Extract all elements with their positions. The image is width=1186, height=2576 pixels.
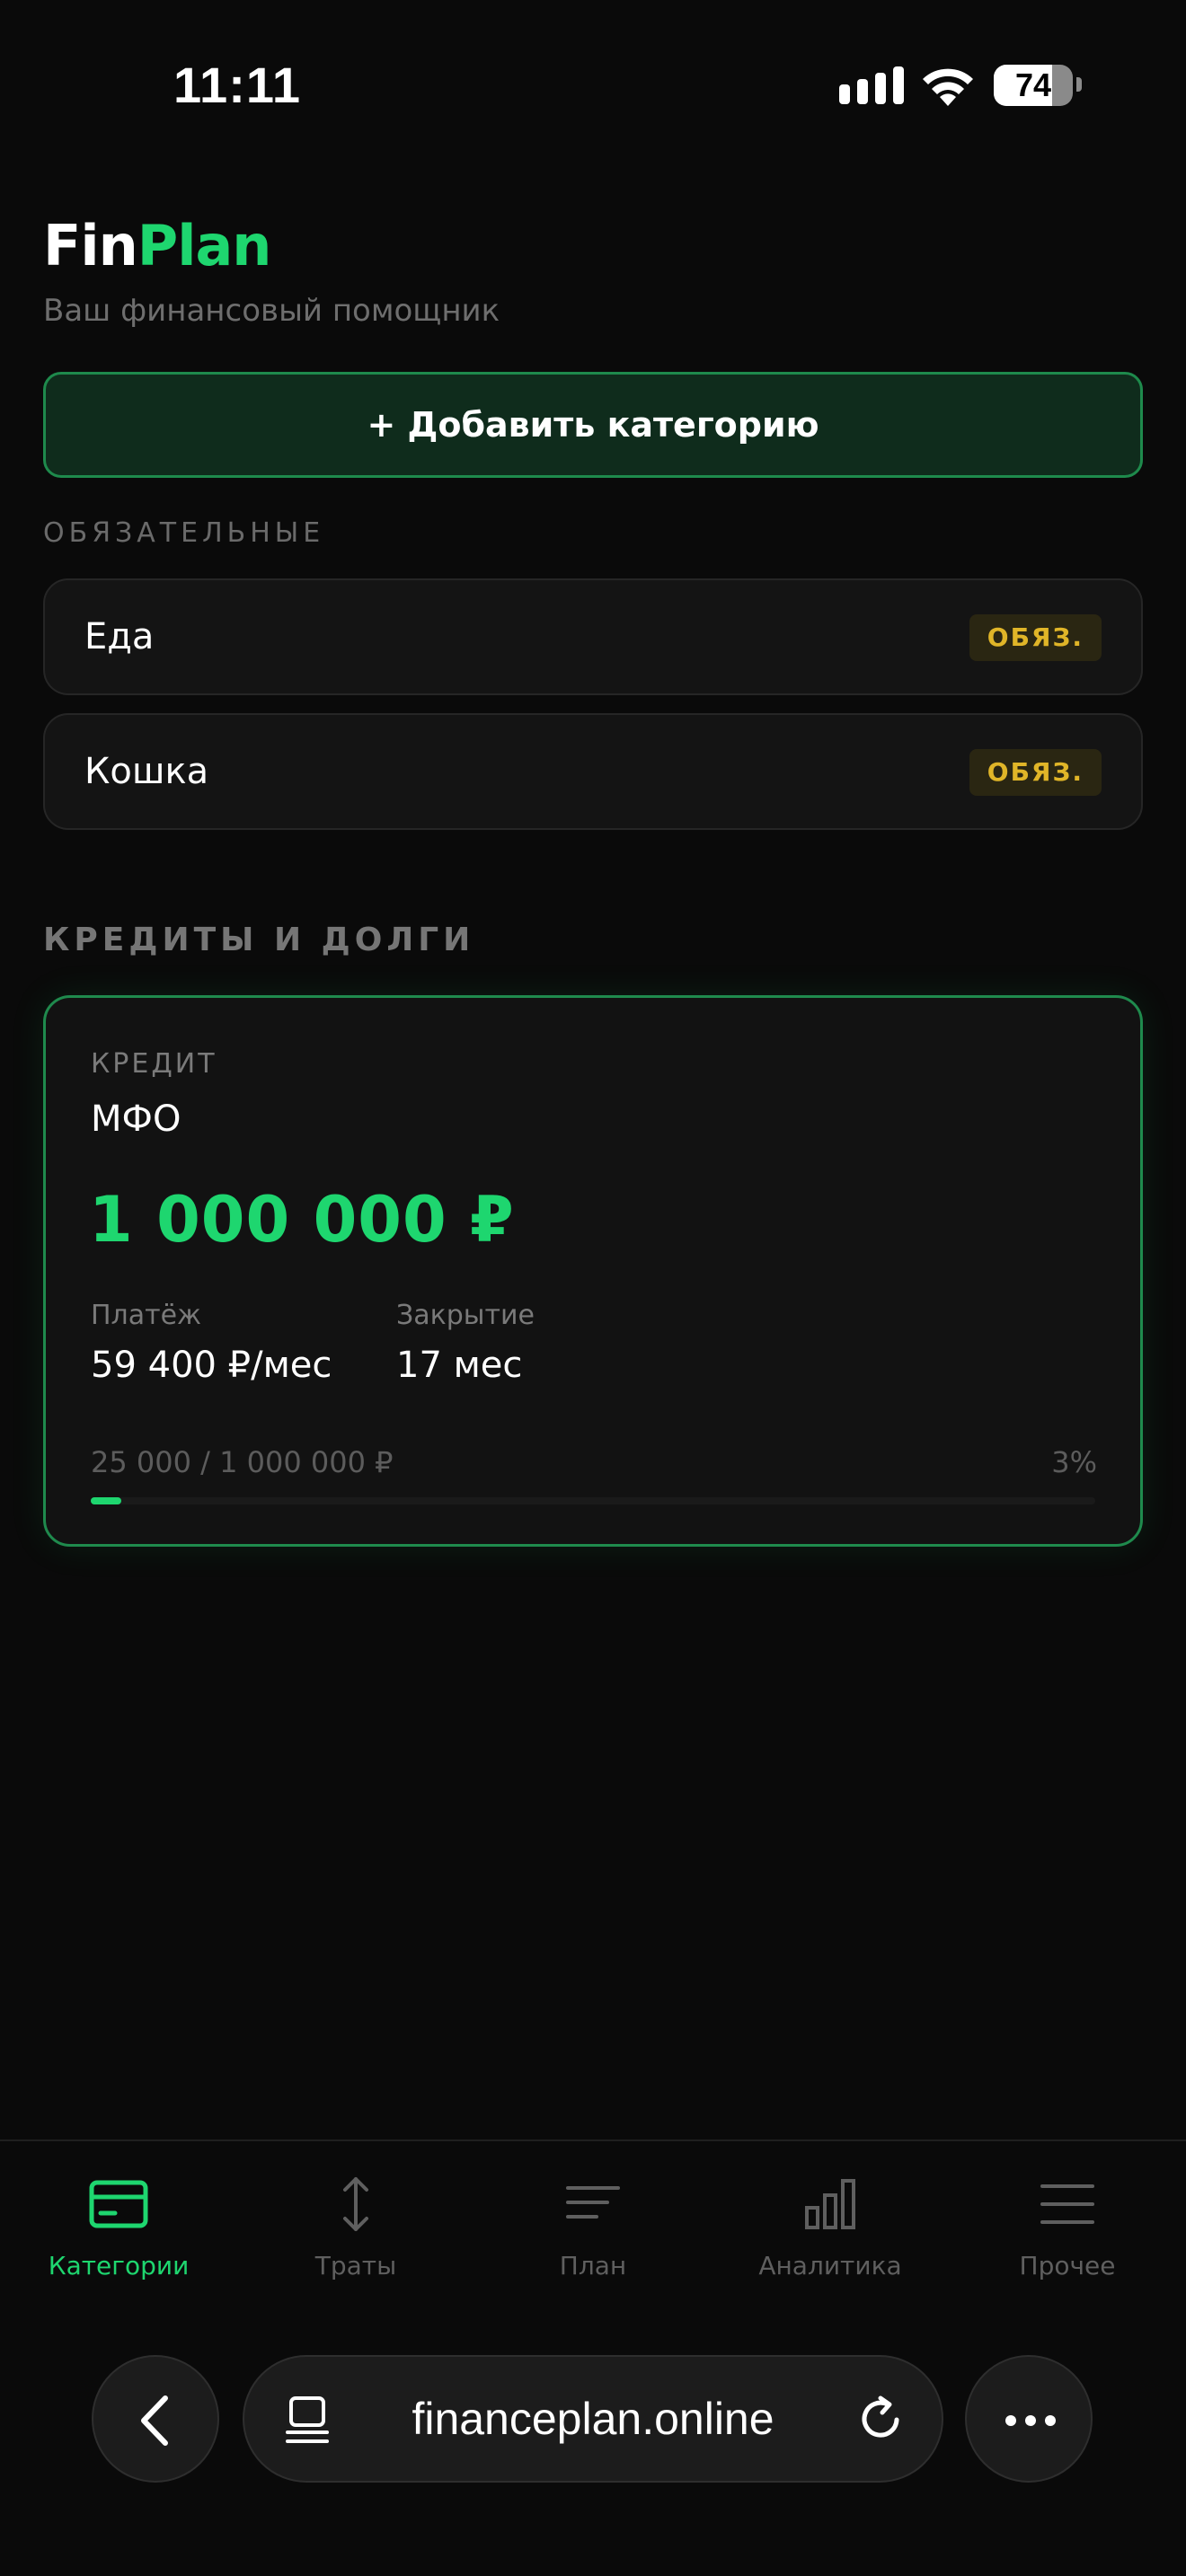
cellular-signal-icon [839,66,904,104]
battery-indicator: 74 [994,65,1073,106]
progress-amount-text: 25 000 / 1 000 000 ₽ [91,1445,394,1479]
browser-more-button[interactable] [965,2355,1093,2483]
chevron-left-icon [141,2395,168,2446]
payment-value: 59 400 ₽/мес [91,1345,332,1386]
nav-label: План [559,2251,627,2280]
card-icon [89,2180,148,2228]
wifi-icon [923,68,973,106]
add-category-button[interactable]: + Добавить категорию [43,372,1143,478]
logo-text-fin: Fin [43,213,138,278]
nav-label: Аналитика [758,2251,902,2280]
battery-percent: 74 [1014,66,1052,103]
arrows-vertical-icon [343,2177,368,2231]
battery-cap [1076,77,1082,92]
progress-track [91,1497,1095,1504]
nav-label: Категории [48,2251,190,2280]
nav-item-more[interactable]: Прочее [949,2175,1186,2292]
url-text: financeplan.online [412,2394,774,2444]
browser-back-button[interactable] [92,2355,219,2483]
more-dots-icon [1005,2415,1056,2426]
app-screen: 11:11 74 FinPlan Ваш финансовый помощник… [0,0,1186,2576]
nav-item-plan[interactable]: План [474,2175,712,2292]
mandatory-badge: ОБЯЗ. [969,614,1102,661]
credits-section-title: КРЕДИТЫ И ДОЛГИ [43,922,475,958]
closing-value: 17 мес [396,1345,523,1386]
app-logo: FinPlan [43,213,272,278]
closing-label: Закрытие [396,1300,535,1331]
credit-name: МФО [91,1098,181,1140]
nav-item-expenses[interactable]: Траты [237,2175,474,2292]
app-tagline: Ваш финансовый помощник [43,293,500,329]
credit-type: КРЕДИТ [91,1048,217,1080]
category-row-cat[interactable]: Кошка ОБЯЗ. [43,713,1143,830]
mandatory-section-label: ОБЯЗАТЕЛЬНЫЕ [43,517,325,549]
nav-label: Прочее [1019,2251,1116,2280]
nav-item-categories[interactable]: Категории [0,2175,237,2292]
bottom-navigation: Категории Траты План Аналитика Прочее [0,2139,1186,2307]
progress-percent-text: 3% [1051,1445,1097,1479]
credit-amount: 1 000 000 ₽ [89,1183,515,1257]
browser-url-bar[interactable]: financeplan.online [243,2355,943,2483]
reload-icon[interactable] [855,2393,907,2445]
logo-text-plan: Plan [137,213,272,278]
mandatory-badge: ОБЯЗ. [969,749,1102,796]
category-row-food[interactable]: Еда ОБЯЗ. [43,578,1143,695]
category-name: Кошка [84,751,209,792]
payment-label: Платёж [91,1300,202,1331]
category-name: Еда [84,616,155,657]
nav-item-analytics[interactable]: Аналитика [712,2175,949,2292]
credit-card[interactable]: КРЕДИТ МФО 1 000 000 ₽ Платёж 59 400 ₽/м… [43,995,1143,1547]
bar-chart-icon [805,2179,855,2229]
lines-icon [566,2186,620,2219]
nav-label: Траты [314,2251,397,2280]
menu-icon [1040,2184,1094,2224]
progress-fill [91,1497,121,1504]
status-time: 11:11 [173,57,302,113]
